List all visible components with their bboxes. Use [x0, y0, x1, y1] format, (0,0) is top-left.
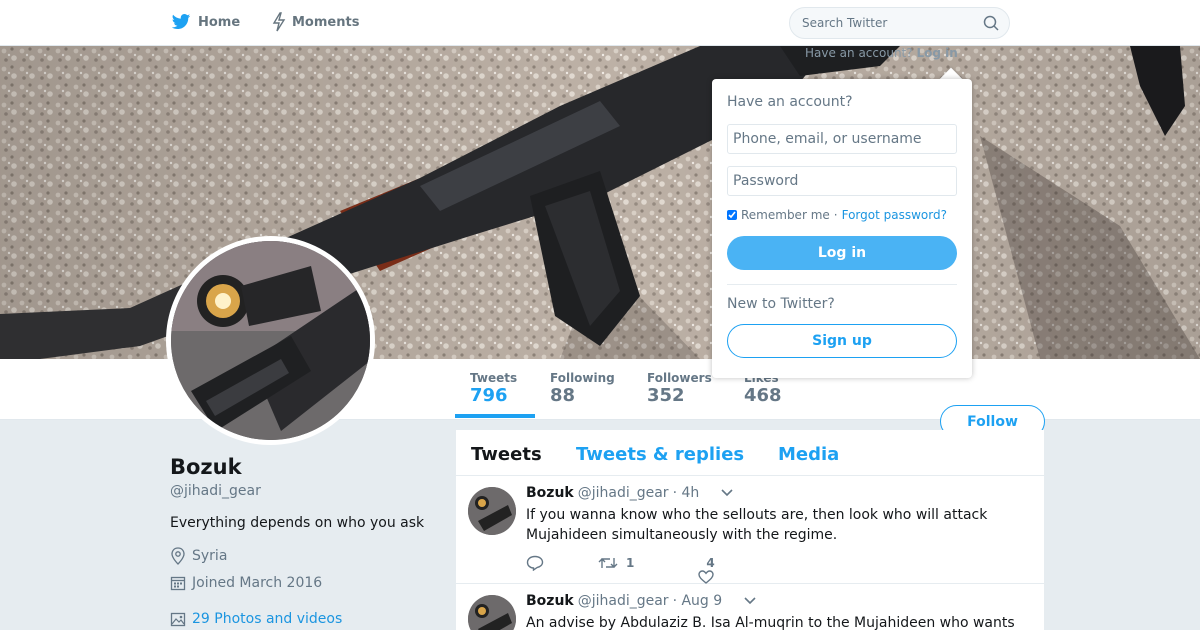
profile-handle[interactable]: @jihadi_gear — [170, 483, 261, 499]
tweet-text: If you wanna know who the sellouts are, … — [526, 507, 988, 543]
signup-button[interactable]: Sign up — [727, 324, 957, 358]
location-pin-icon — [171, 547, 185, 565]
password-input[interactable] — [727, 166, 957, 196]
search-box — [789, 7, 1010, 39]
retweet-count: 1 — [626, 556, 635, 570]
separator-dot: · — [833, 208, 838, 222]
stat-label: Followers — [647, 371, 712, 385]
stat-label: Following — [550, 371, 615, 385]
stat-label: Tweets — [470, 371, 518, 385]
nav-moments[interactable]: Moments — [272, 12, 359, 32]
login-dropdown: Have an account? Remember me · Forgot pa… — [712, 79, 972, 378]
tweet-author-handle[interactable]: @jihadi_gear — [578, 593, 669, 609]
stat-tweets[interactable]: Tweets 796 — [470, 371, 517, 406]
login-title: Have an account? — [727, 94, 853, 110]
calendar-icon — [170, 576, 186, 591]
photos-videos-link[interactable]: 29 Photos and videos — [170, 611, 342, 627]
remember-row: Remember me · Forgot password? — [727, 208, 947, 222]
tweet-actions: 1 4 — [526, 555, 715, 584]
forgot-password-link[interactable]: Forgot password? — [842, 208, 947, 222]
tab-tweets-replies[interactable]: Tweets & replies — [576, 444, 744, 465]
tweet-timestamp[interactable]: · Aug 9 — [673, 593, 723, 609]
tweet-timestamp[interactable]: · 4h — [673, 485, 700, 501]
login-divider — [727, 284, 957, 285]
login-button[interactable]: Log in — [727, 236, 957, 270]
timeline: Tweets Tweets & replies Media Bozuk @jih… — [456, 430, 1044, 630]
tweet-avatar[interactable] — [468, 487, 516, 535]
tweet-header: Bozuk @jihadi_gear · Aug 9 — [526, 593, 756, 609]
stat-followers[interactable]: Followers 352 — [647, 371, 712, 406]
tweet[interactable]: Bozuk @jihadi_gear · Aug 9 An advise by … — [456, 584, 1044, 630]
stat-following[interactable]: Following 88 — [550, 371, 615, 406]
profile-bio: Everything depends on who you ask — [170, 515, 425, 531]
chevron-down-icon[interactable] — [744, 597, 756, 605]
nav-moments-label: Moments — [292, 14, 360, 30]
image-icon — [170, 612, 186, 627]
reply-icon[interactable] — [526, 555, 544, 571]
nav-home-label: Home — [198, 14, 241, 30]
like-group[interactable]: 4 — [698, 556, 715, 584]
stat-value: 468 — [744, 385, 782, 406]
tweet-avatar[interactable] — [468, 595, 516, 630]
avatar-image — [171, 241, 370, 440]
tweet-avatar-image — [468, 487, 516, 535]
profile-joined: Joined March 2016 — [170, 575, 322, 591]
chevron-down-icon[interactable] — [721, 489, 733, 497]
remember-me-checkbox[interactable] — [727, 210, 737, 220]
tweet[interactable]: Bozuk @jihadi_gear · 4h If you wanna kno… — [456, 476, 1044, 584]
lightning-icon — [272, 12, 286, 32]
profile-name[interactable]: Bozuk — [170, 455, 242, 479]
nav-home[interactable]: Home — [170, 12, 240, 32]
timeline-tabs: Tweets Tweets & replies Media — [456, 430, 1044, 476]
tab-tweets[interactable]: Tweets — [471, 444, 542, 465]
tweet-author-name[interactable]: Bozuk — [526, 593, 574, 609]
tab-media[interactable]: Media — [778, 444, 839, 465]
retweet-icon[interactable] — [598, 556, 618, 570]
tweet-text: An advise by Abdulaziz B. Isa Al-muqrin … — [526, 615, 1015, 630]
tweet-avatar-image — [468, 595, 516, 630]
have-account-text: Have an account? — [805, 46, 913, 60]
search-input[interactable] — [790, 8, 970, 38]
login-link[interactable]: Log in — [916, 46, 957, 60]
stat-value: 88 — [550, 385, 576, 406]
joined-text: Joined March 2016 — [192, 575, 323, 591]
username-input[interactable] — [727, 124, 957, 154]
new-to-twitter-text: New to Twitter? — [727, 296, 835, 312]
tweet-header: Bozuk @jihadi_gear · 4h — [526, 485, 733, 501]
tweet-author-handle[interactable]: @jihadi_gear — [578, 485, 669, 501]
stat-value: 352 — [647, 385, 685, 406]
top-nav: Home Moments — [0, 0, 1200, 46]
profile-avatar[interactable] — [166, 236, 375, 445]
search-icon[interactable] — [983, 15, 999, 31]
have-account-link[interactable]: Have an account? Log in — [805, 46, 958, 60]
active-stat-indicator — [455, 414, 535, 418]
tweet-author-name[interactable]: Bozuk — [526, 485, 574, 501]
remember-me-label[interactable]: Remember me — [741, 208, 830, 222]
like-count: 4 — [706, 556, 715, 570]
profile-location: Syria — [170, 547, 227, 565]
photos-videos-text: 29 Photos and videos — [192, 611, 343, 627]
stat-value: 796 — [470, 385, 508, 406]
twitter-bird-icon — [171, 14, 191, 29]
heart-icon[interactable] — [698, 570, 715, 584]
location-text: Syria — [192, 548, 228, 564]
